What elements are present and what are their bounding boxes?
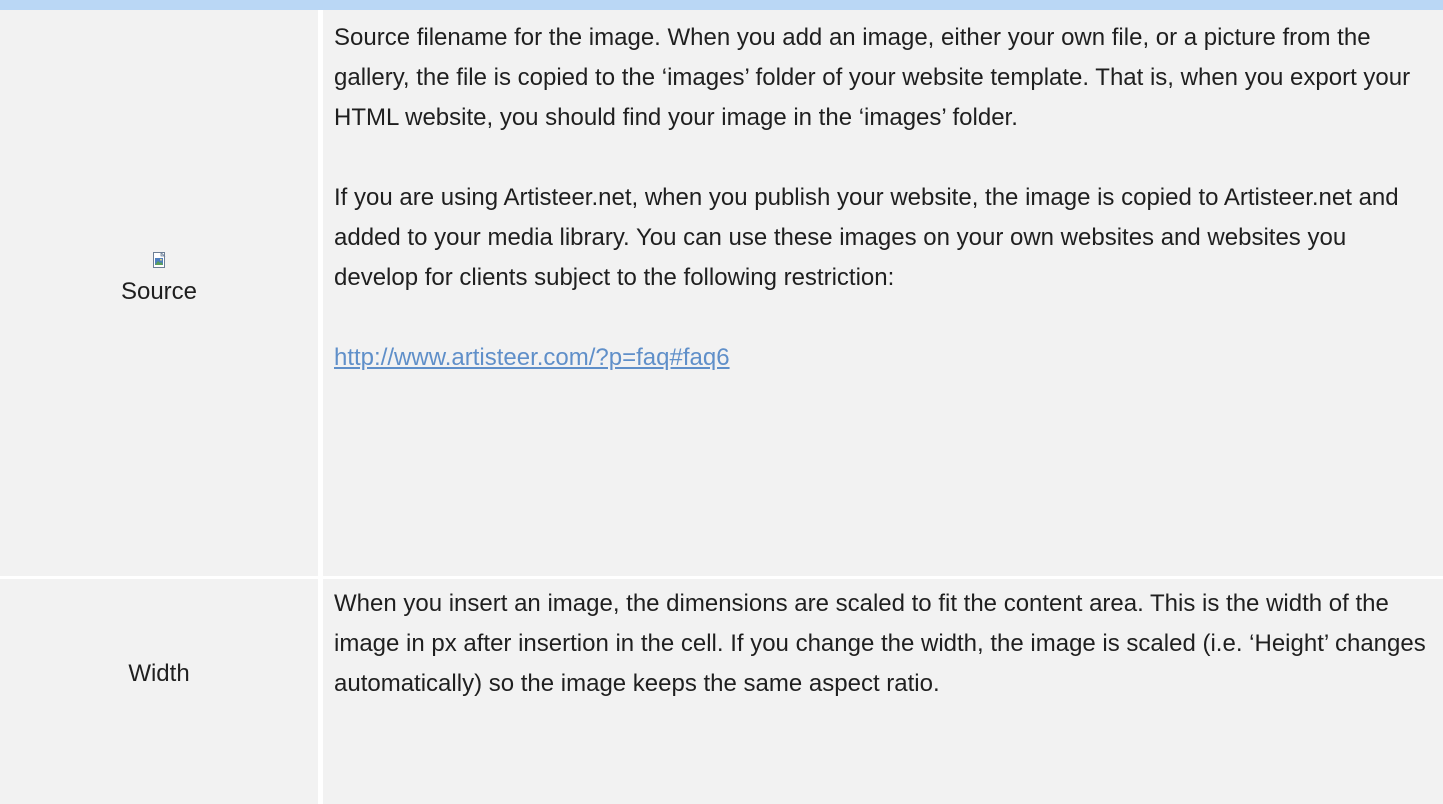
- column-divider: [318, 579, 323, 804]
- image-file-icon: [153, 252, 166, 268]
- label-cell-width: Width: [0, 579, 318, 804]
- description-paragraph: Source filename for the image. When you …: [334, 24, 1411, 131]
- row-label: Width: [128, 660, 190, 687]
- table-row-source: Source Source filename for the image. Wh…: [0, 10, 1443, 576]
- row-label: Source: [120, 278, 198, 305]
- column-divider: [318, 10, 323, 576]
- faq-link[interactable]: http://www.artisteer.com/?p=faq#faq6: [334, 344, 730, 371]
- faq-link-paragraph: http://www.artisteer.com/?p=faq#faq6: [334, 338, 1434, 378]
- description-cell-source: Source filename for the image. When you …: [334, 18, 1434, 378]
- label-cell-source: Source: [0, 10, 318, 576]
- description-paragraph: If you are using Artisteer.net, when you…: [334, 184, 1399, 291]
- description-paragraph: When you insert an image, the dimensions…: [334, 590, 1426, 697]
- table-header-bar: [0, 0, 1443, 10]
- table-row-width: Width When you insert an image, the dime…: [0, 579, 1443, 804]
- description-cell-width: When you insert an image, the dimensions…: [334, 584, 1434, 704]
